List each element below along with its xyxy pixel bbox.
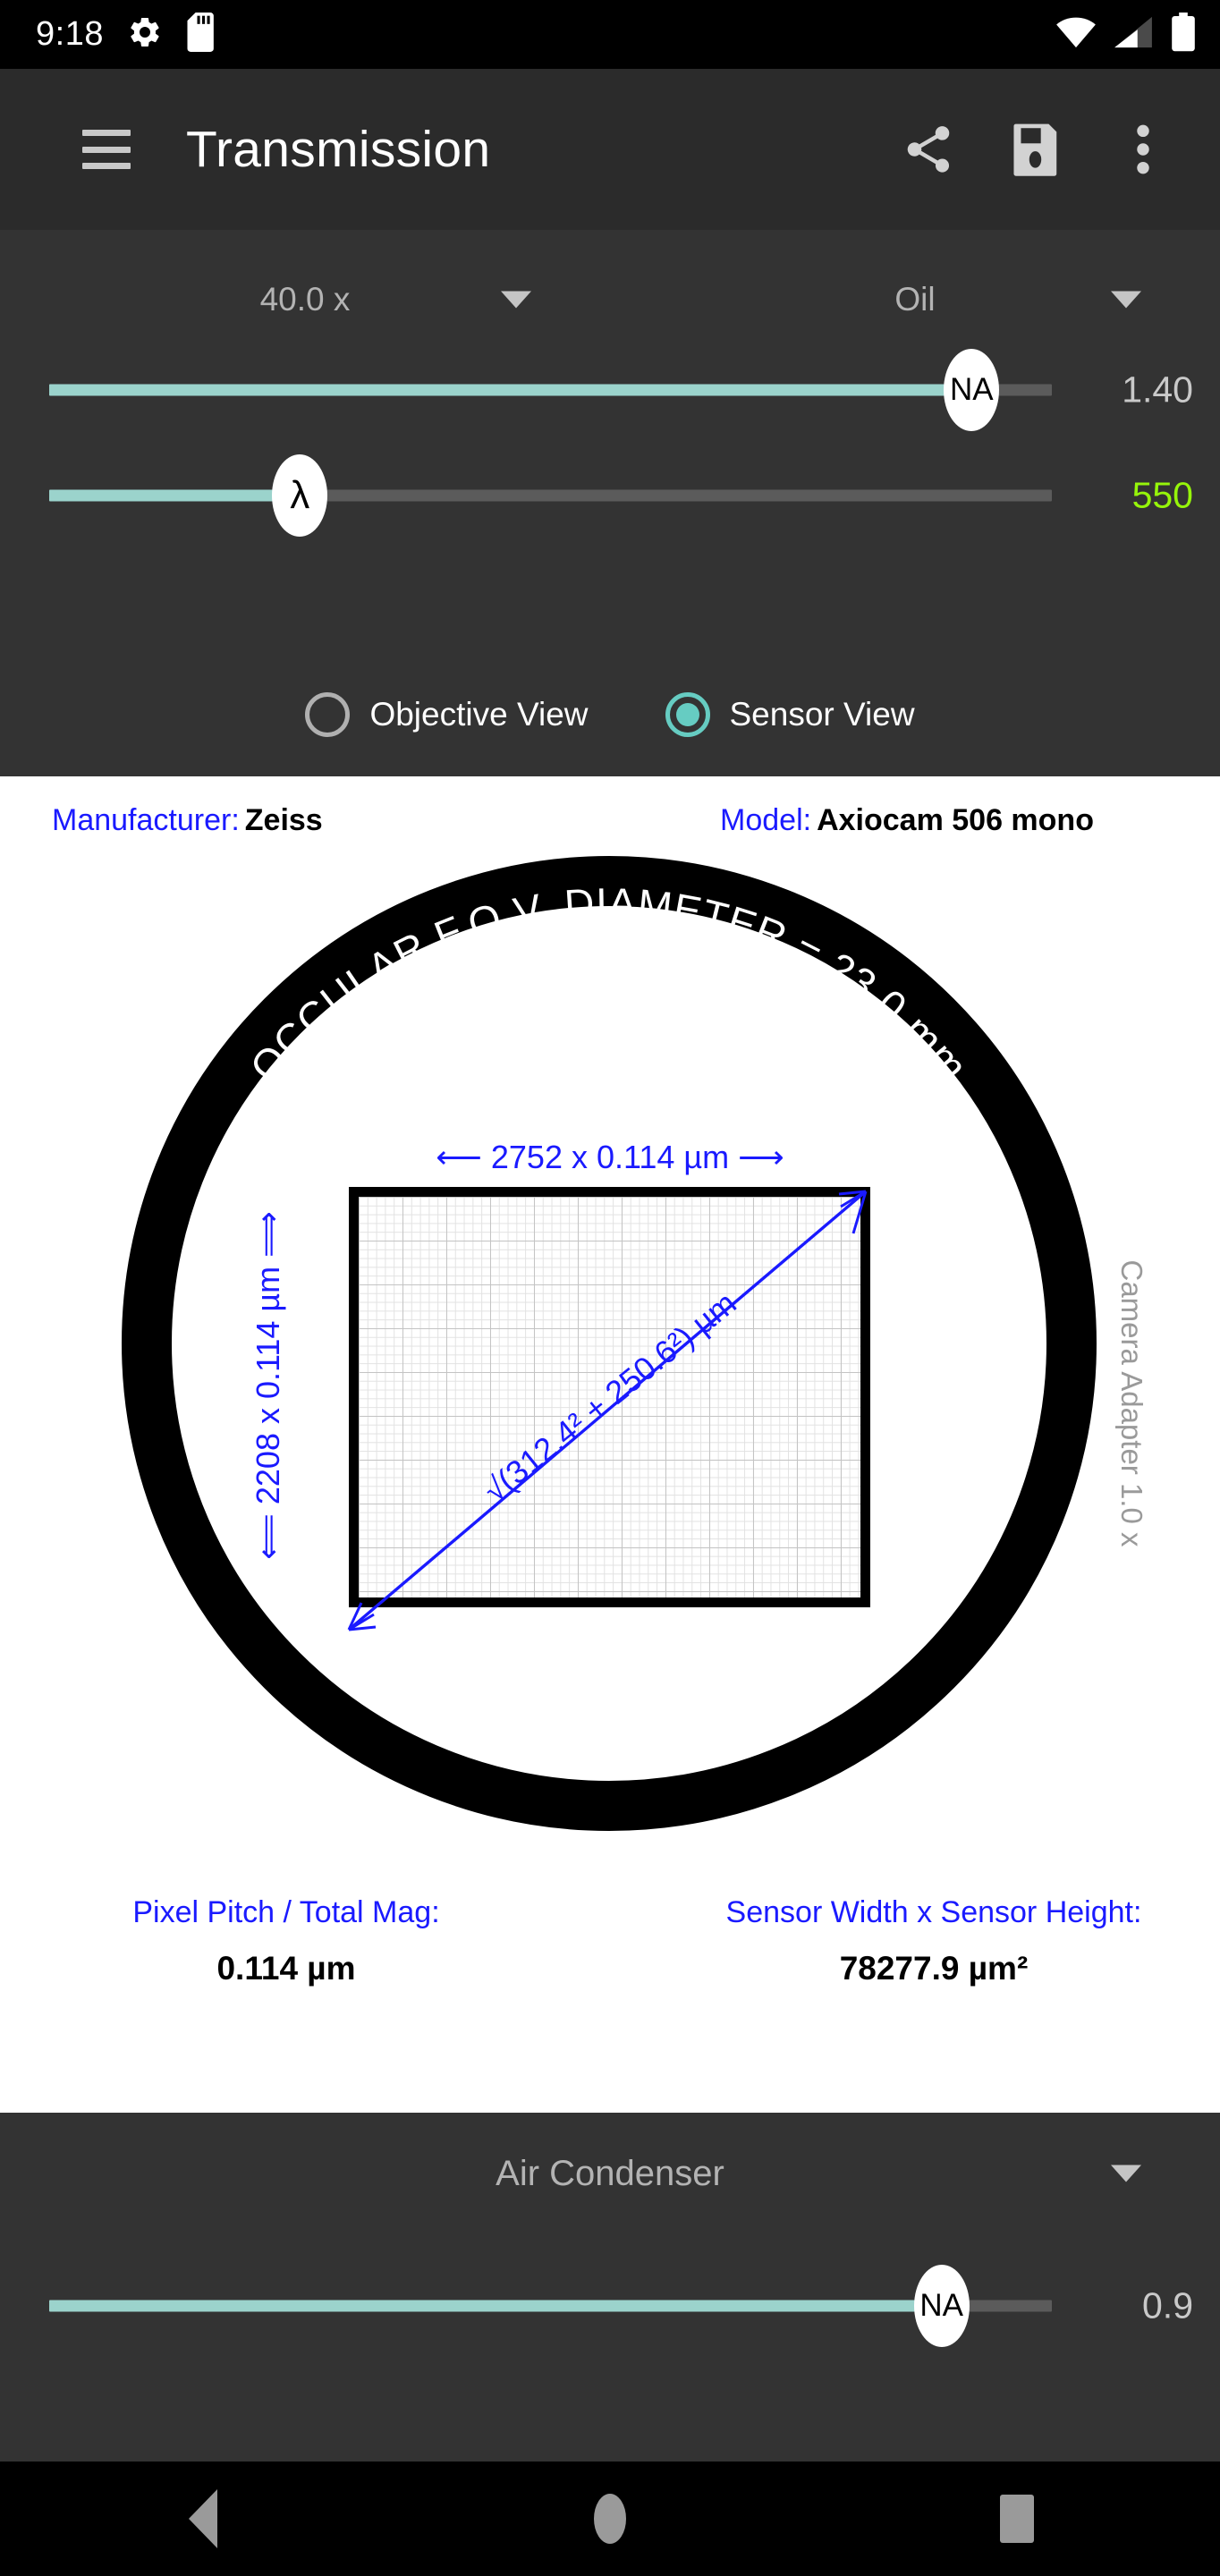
objective-controls-panel: 40.0 x Oil NA 1.40 λ 550 Objective View … [0, 230, 1220, 776]
model-field: Model: Axiocam 506 mono [574, 803, 1168, 838]
sensor-area-value: 78277.9 µm² [839, 1950, 1029, 1987]
status-clock: 9:18 [36, 15, 104, 53]
radio-sensor-view[interactable]: Sensor View [665, 692, 915, 737]
condenser-type-value: Air Condenser [496, 2153, 724, 2193]
immersion-medium-value: Oil [894, 281, 936, 318]
manufacturer-field: Manufacturer: Zeiss [52, 803, 574, 838]
recents-button[interactable] [963, 2462, 1071, 2576]
sensor-stats-keys: Pixel Pitch / Total Mag: 0.114 µm Sensor… [43, 1895, 1177, 1987]
wavelength-slider-track-fill [49, 489, 301, 502]
sensor-height-dimension-label: ⟸ 2208 x 0.114 µm ⟹ [250, 1211, 286, 1560]
radio-objective-view[interactable]: Objective View [305, 692, 589, 737]
gear-icon [127, 14, 163, 55]
na-slider-track[interactable]: NA [49, 349, 1052, 431]
chevron-down-icon [501, 291, 531, 309]
pixel-pitch-label: Pixel Pitch / Total Mag: [132, 1895, 440, 1929]
objective-magnification-value: 40.0 x [259, 281, 351, 318]
sensor-area-label: Sensor Width x Sensor Height: [725, 1895, 1142, 1929]
sd-card-icon [186, 13, 218, 56]
camera-info-row: Manufacturer: Zeiss Model: Axiocam 506 m… [0, 776, 1220, 838]
svg-text:OCCULAR F.O.V. DIAMETER = 23.0: OCCULAR F.O.V. DIAMETER = 23.0 mm [241, 879, 978, 1090]
model-label: Model: [720, 803, 812, 837]
overflow-menu-icon[interactable] [1114, 121, 1172, 178]
radio-button-selected-icon[interactable] [665, 692, 710, 737]
spinner-row: 40.0 x Oil [0, 230, 1220, 337]
wavelength-slider[interactable]: λ 550 [0, 443, 1220, 548]
battery-icon [1170, 13, 1197, 56]
wavelength-slider-value: 550 [1131, 474, 1193, 516]
view-mode-radio-group: Objective View Sensor View [0, 692, 1220, 737]
share-icon[interactable] [900, 121, 957, 178]
signal-icon [1113, 15, 1154, 54]
status-bar: 9:18 [0, 0, 1220, 69]
pixel-pitch-field: Pixel Pitch / Total Mag: 0.114 µm [43, 1895, 637, 1987]
radio-objective-view-label: Objective View [369, 696, 589, 733]
wifi-icon [1055, 15, 1097, 54]
condenser-na-slider-thumb[interactable]: NA [913, 2265, 970, 2347]
recents-icon [999, 2495, 1034, 2543]
model-value: Axiocam 506 mono [817, 803, 1094, 837]
na-slider-track-fill [49, 384, 972, 396]
save-icon[interactable] [1007, 121, 1064, 178]
hamburger-menu-icon[interactable] [82, 130, 131, 169]
back-icon [189, 2489, 218, 2548]
na-slider[interactable]: NA 1.40 [0, 337, 1220, 443]
sensor-fov-diagram: OCCULAR F.O.V. DIAMETER = 23.0 mm ⟵ 2752… [0, 849, 1220, 1886]
home-icon [593, 2494, 626, 2544]
condenser-na-slider-value: 0.9 [1142, 2284, 1193, 2326]
android-nav-bar [0, 2462, 1220, 2576]
condenser-na-slider-track-fill [49, 2300, 942, 2312]
radio-button-icon[interactable] [305, 692, 351, 737]
camera-adapter-label: Camera Adapter 1.0 x [1115, 1259, 1148, 1547]
objective-magnification-spinner[interactable]: 40.0 x [0, 262, 610, 337]
sensor-stats-row: Pixel Pitch / Total Mag: 0.114 µm Sensor… [0, 1886, 1220, 1987]
back-button[interactable] [149, 2462, 257, 2576]
sensor-view-content: Manufacturer: Zeiss Model: Axiocam 506 m… [0, 776, 1220, 2113]
manufacturer-label: Manufacturer: [52, 803, 240, 837]
condenser-na-slider[interactable]: NA 0.9 [0, 2234, 1220, 2377]
home-button[interactable] [556, 2462, 664, 2576]
status-bar-left: 9:18 [36, 13, 218, 56]
app-bar: Transmission [0, 69, 1220, 230]
app-root: 9:18 Transmission 40.0 x Oil NA 1.40 λ 5… [0, 0, 1220, 2576]
app-bar-actions [900, 121, 1193, 178]
chevron-down-icon [1111, 2165, 1141, 2182]
page-title: Transmission [186, 121, 491, 178]
status-bar-right [1055, 13, 1197, 56]
radio-sensor-view-label: Sensor View [729, 696, 915, 733]
pixel-pitch-value: 0.114 µm [216, 1950, 356, 1987]
immersion-medium-spinner[interactable]: Oil [610, 262, 1220, 337]
na-slider-value: 1.40 [1122, 369, 1193, 411]
condenser-type-spinner[interactable]: Air Condenser [0, 2113, 1220, 2234]
condenser-na-slider-track[interactable]: NA [49, 2265, 1052, 2347]
wavelength-slider-thumb[interactable]: λ [272, 454, 328, 537]
sensor-area-field: Sensor Width x Sensor Height: 78277.9 µm… [637, 1895, 1177, 1987]
condenser-panel: Air Condenser NA 0.9 [0, 2113, 1220, 2462]
chevron-down-icon [1111, 291, 1141, 309]
na-slider-thumb[interactable]: NA [944, 349, 1000, 431]
manufacturer-value: Zeiss [244, 803, 323, 837]
wavelength-slider-track[interactable]: λ [49, 454, 1052, 537]
